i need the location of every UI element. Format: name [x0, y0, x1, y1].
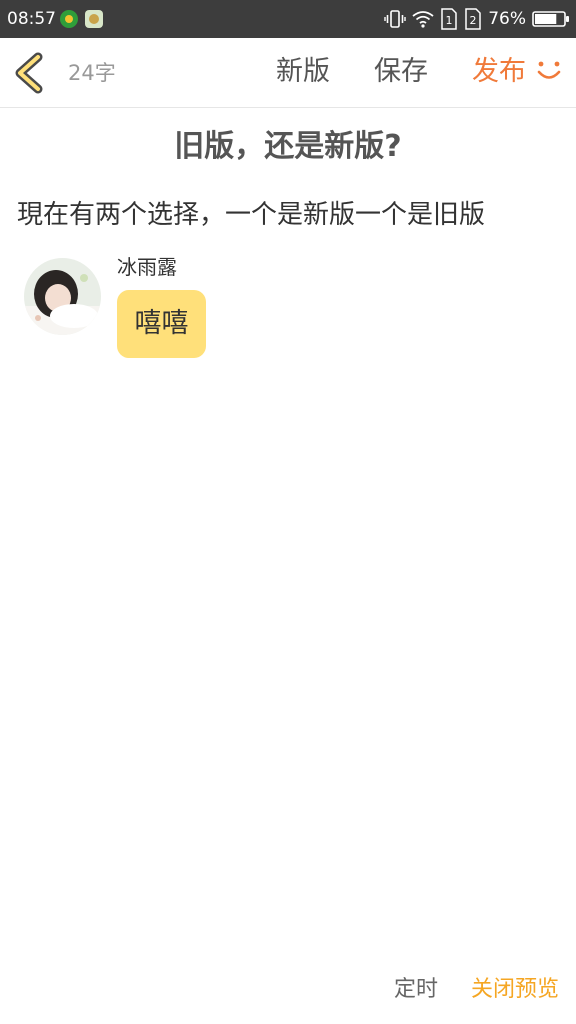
- post-title: 旧版，还是新版?: [174, 129, 402, 164]
- sim-2-label: 2: [470, 14, 477, 27]
- battery-percent: 76%: [488, 9, 526, 29]
- sim-1-icon: 1: [440, 8, 458, 30]
- back-arrow-icon[interactable]: [10, 52, 50, 94]
- avatar[interactable]: [24, 258, 101, 335]
- sim-1-label: 1: [446, 14, 453, 27]
- vibrate-icon: [384, 9, 406, 29]
- status-time: 08:57: [7, 9, 56, 29]
- wifi-icon: [412, 10, 434, 28]
- close-preview-button[interactable]: 关闭预览: [471, 975, 559, 1005]
- post-body: 現在有两个选择，一个是新版一个是旧版: [17, 200, 486, 230]
- app-notification-icon: [85, 10, 103, 28]
- publish-button[interactable]: 发布: [472, 55, 526, 89]
- save-button[interactable]: 保存: [374, 55, 428, 89]
- chat-bubble: 嘻嘻: [117, 290, 206, 358]
- smile-icon[interactable]: [536, 58, 562, 84]
- editor-toolbar: 24字 新版 保存 发布: [0, 38, 576, 108]
- back-button[interactable]: [10, 52, 50, 94]
- app-notification-icon: [60, 10, 78, 28]
- status-bar: 08:57 1 2 76%: [0, 0, 576, 38]
- battery-icon: [532, 10, 570, 28]
- sim-2-icon: 2: [464, 8, 482, 30]
- schedule-button[interactable]: 定时: [394, 975, 438, 1005]
- status-indicators: 1 2 76%: [378, 6, 570, 32]
- chat-sender-name: 冰雨露: [117, 255, 177, 279]
- word-count: 24字: [68, 61, 116, 85]
- new-version-button[interactable]: 新版: [276, 55, 330, 89]
